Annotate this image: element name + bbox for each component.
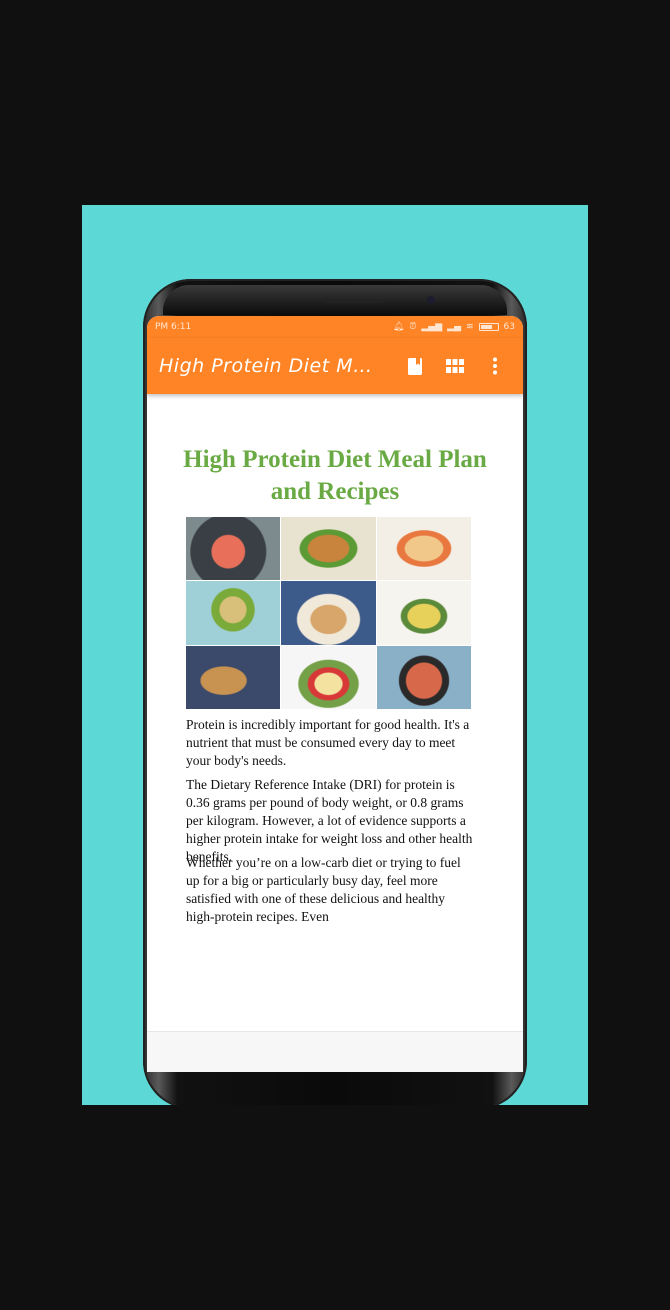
food-collage-image — [186, 517, 471, 709]
bookmark-icon — [408, 357, 422, 375]
bookmark-button[interactable] — [395, 346, 435, 386]
grid-icon — [446, 359, 464, 373]
speaker-grille — [323, 299, 383, 303]
skillet-chicken-image — [376, 645, 471, 709]
battery-icon — [478, 323, 499, 331]
paragraph: The Dietary Reference Intake (DRI) for p… — [186, 777, 473, 864]
noodle-salad-image — [186, 581, 281, 645]
more-vert-icon — [493, 357, 497, 375]
more-options-button[interactable] — [475, 346, 515, 386]
fish-fillet-image — [186, 645, 281, 709]
promo-background: PM 6:11 🔔︎ ⏰︎ ▂▄▆ ▂▄ ≋ 63 High Protein D… — [82, 205, 588, 1105]
phone-frame: PM 6:11 🔔︎ ⏰︎ ▂▄▆ ▂▄ ≋ 63 High Protein D… — [143, 279, 527, 1105]
omelette-image — [281, 645, 376, 709]
signal-icon: ▂▄▆ — [421, 321, 443, 332]
egg-scramble-image — [376, 581, 471, 645]
front-camera — [427, 296, 435, 304]
document-title: High Protein Diet Meal Plan and Recipes — [183, 446, 487, 505]
phone-screen: PM 6:11 🔔︎ ⏰︎ ▂▄▆ ▂▄ ≋ 63 High Protein D… — [147, 316, 523, 1072]
wifi-icon: ≋ — [466, 321, 474, 332]
alarm-icon: ⏰︎ — [409, 321, 417, 332]
burger-image — [281, 517, 376, 581]
notification-icon: 🔔︎ — [392, 321, 405, 332]
app-bar: High Protein Diet Mea… — [147, 338, 523, 394]
status-icons: 🔔︎ ⏰︎ ▂▄▆ ▂▄ ≋ 63 — [392, 321, 515, 332]
app-title: High Protein Diet Mea… — [159, 355, 395, 377]
status-time: PM 6:11 — [155, 322, 192, 332]
status-bar: PM 6:11 🔔︎ ⏰︎ ▂▄▆ ▂▄ ≋ 63 — [147, 316, 523, 338]
battery-level: 63 — [503, 321, 515, 332]
signal-2-icon: ▂▄ — [447, 321, 461, 332]
chicken-quinoa-image — [281, 581, 376, 645]
salmon-dish-image — [186, 517, 281, 581]
paragraph: Whether you’re on a low-carb diet or try… — [186, 855, 461, 924]
sandwich-image — [376, 517, 471, 581]
paragraph: Protein is incredibly important for good… — [186, 717, 470, 768]
document-view[interactable]: High Protein Diet Meal Plan and Recipes … — [147, 394, 523, 1072]
grid-view-button[interactable] — [435, 346, 475, 386]
bottom-toolbar — [147, 1031, 523, 1072]
phone-top-bezel — [163, 285, 507, 315]
